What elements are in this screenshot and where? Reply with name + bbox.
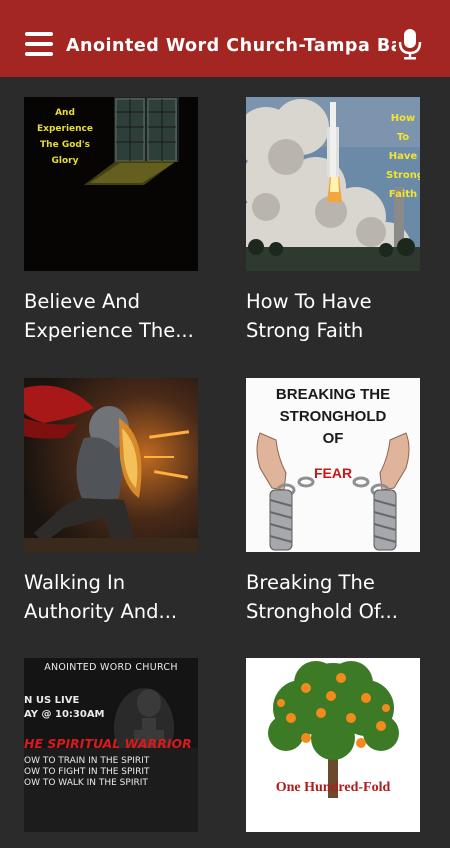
thumbnail-caption: How To Have Strong Faith <box>386 113 420 200</box>
hamburger-menu-icon[interactable] <box>25 32 53 56</box>
thumbnail-church-name: ANOINTED WORD CHURCH <box>44 662 178 673</box>
sermon-thumbnail[interactable]: One Hundred-Fold <box>246 658 420 832</box>
microphone-icon[interactable] <box>398 28 422 60</box>
thumbnail-caption: One Hundred-Fold <box>275 780 391 795</box>
sermon-card[interactable]: How To Have Strong Faith How To Have Str… <box>246 97 420 345</box>
app-title: Anointed Word Church-Tampa Ba <box>66 36 396 56</box>
sermon-thumbnail[interactable]: How To Have Strong Faith <box>246 97 420 271</box>
sermon-title[interactable]: How To Have Strong Faith <box>246 287 420 345</box>
thumbnail-caption: And Experience The God's Glory <box>37 108 93 166</box>
sermon-card[interactable]: One Hundred-Fold <box>246 658 420 848</box>
sermon-thumbnail[interactable] <box>24 378 198 552</box>
sermon-card[interactable]: ANOINTED WORD CHURCH N US LIVE AY @ 10:3… <box>24 658 198 848</box>
thumbnail-accent-word: FEAR <box>313 465 353 481</box>
sermon-card[interactable]: And Experience The God's Glory Believe A… <box>24 97 198 345</box>
sermon-card[interactable]: BREAKING THE STRONGHOLD OF FEAR Breaking… <box>246 378 420 626</box>
thumbnail-heading: BREAKING THE STRONGHOLD OF <box>275 386 391 447</box>
sermon-thumbnail[interactable]: And Experience The God's Glory <box>24 97 198 271</box>
thumbnail-live-info: N US LIVE AY @ 10:30AM <box>24 695 105 720</box>
thumbnail-subtitles: OW TO TRAIN IN THE SPIRIT OW TO FIGHT IN… <box>24 756 150 788</box>
app-bar: Anointed Word Church-Tampa Ba <box>0 0 450 77</box>
thumbnail-series-title: HE SPIRITUAL WARRIOR <box>24 736 192 751</box>
sermon-title[interactable]: Breaking The Stronghold Of... <box>246 568 420 626</box>
sermon-title[interactable]: Believe And Experience The... <box>24 287 198 345</box>
sermon-thumbnail[interactable]: ANOINTED WORD CHURCH N US LIVE AY @ 10:3… <box>24 658 198 832</box>
sermon-title[interactable]: Walking In Authority And... <box>24 568 198 626</box>
sermon-thumbnail[interactable]: BREAKING THE STRONGHOLD OF FEAR <box>246 378 420 552</box>
sermon-card[interactable]: Walking In Authority And... <box>24 378 198 626</box>
